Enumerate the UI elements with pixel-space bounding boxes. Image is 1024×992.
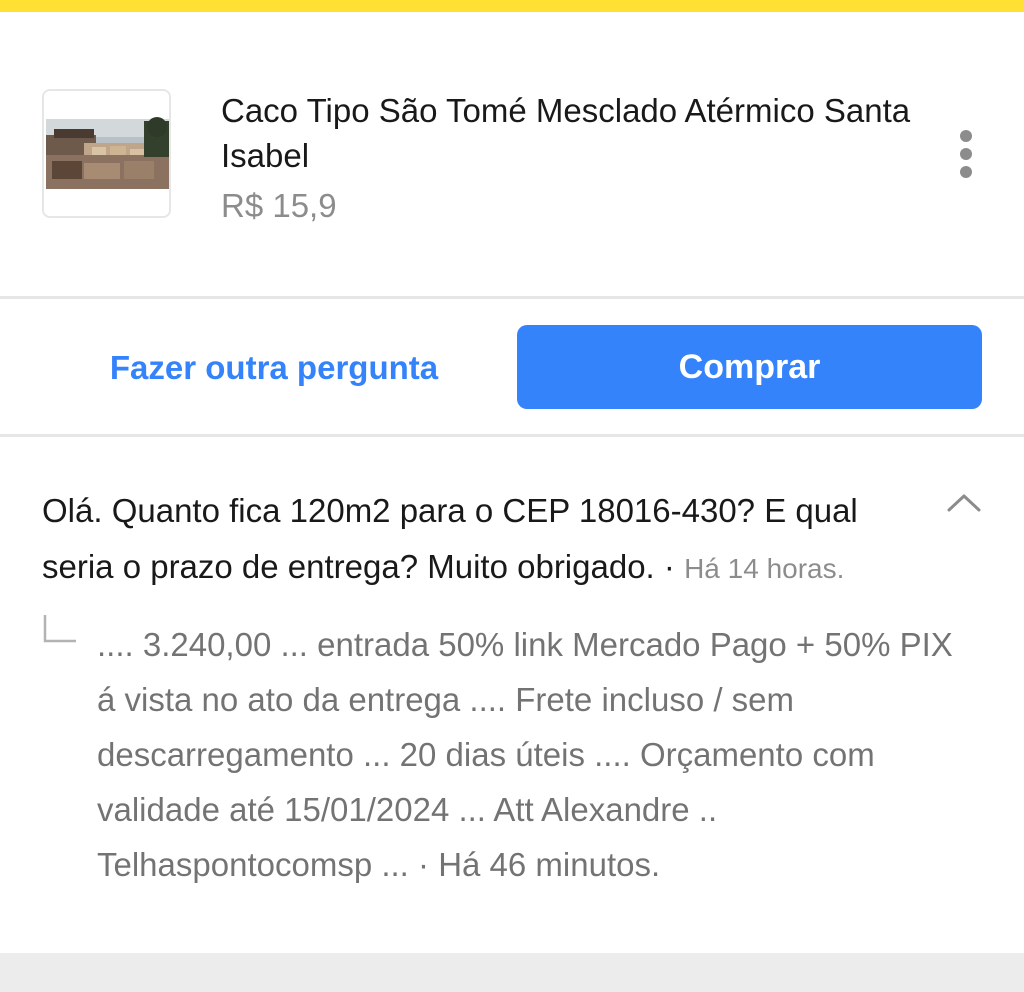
question-separator: · <box>663 548 675 585</box>
kebab-dot <box>960 166 972 178</box>
divider <box>0 296 1024 299</box>
question: Olá. Quanto fica 120m2 para o CEP 18016-… <box>42 483 932 597</box>
product-thumbnail[interactable] <box>42 89 171 218</box>
footer-band <box>0 953 1024 992</box>
answer: .... 3.240,00 ... entrada 50% link Merca… <box>97 617 977 892</box>
product-title[interactable]: Caco Tipo São Tomé Mesclado Atérmico San… <box>221 88 911 178</box>
product-image <box>44 91 169 216</box>
top-accent-bar <box>0 0 1024 12</box>
ask-another-question-button[interactable]: Fazer outra pergunta <box>80 338 468 398</box>
kebab-dot <box>960 130 972 142</box>
chevron-up-icon[interactable] <box>946 488 982 516</box>
more-options-icon[interactable] <box>946 124 986 184</box>
answer-time: Há 46 minutos. <box>438 846 661 883</box>
kebab-dot <box>960 148 972 160</box>
question-detail-page: Caco Tipo São Tomé Mesclado Atérmico San… <box>0 0 1024 992</box>
answer-separator: · <box>418 846 430 883</box>
divider <box>0 434 1024 437</box>
buy-button[interactable]: Comprar <box>517 325 982 409</box>
answer-text: .... 3.240,00 ... entrada 50% link Merca… <box>97 626 953 883</box>
question-time: Há 14 horas. <box>684 553 845 584</box>
reply-corner-icon <box>42 614 78 644</box>
product-price: R$ 15,9 <box>221 187 337 224</box>
product-header[interactable]: Caco Tipo São Tomé Mesclado Atérmico San… <box>0 12 1024 296</box>
